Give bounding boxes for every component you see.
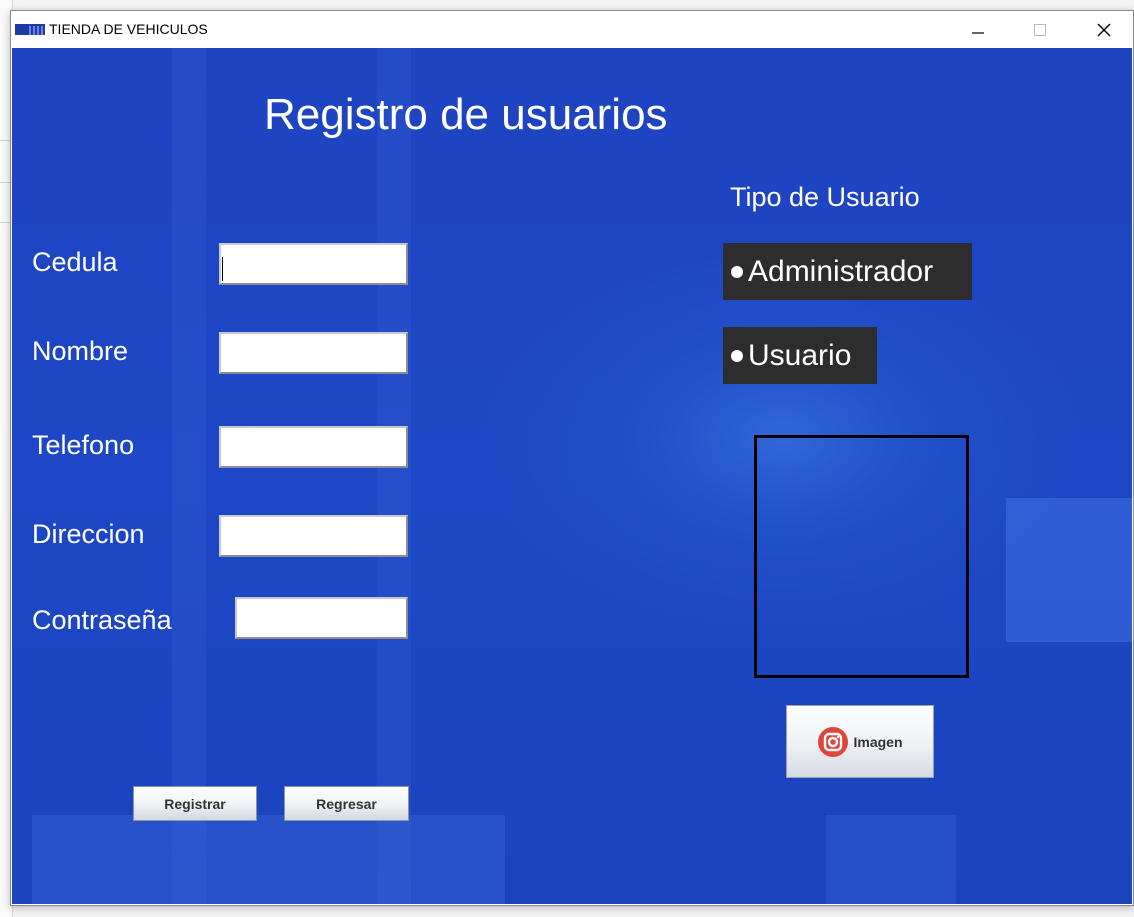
radio-administrador[interactable]: Administrador — [723, 243, 972, 300]
nombre-input[interactable] — [219, 332, 408, 374]
image-button[interactable]: Imagen — [786, 705, 934, 778]
telefono-input[interactable] — [219, 426, 408, 468]
nombre-label: Nombre — [32, 336, 129, 366]
form-panel: Registro de usuarios Cedula Nombre Telef… — [12, 48, 1132, 904]
radio-dot-icon — [731, 349, 743, 362]
direccion-input[interactable] — [219, 515, 408, 557]
background-block — [32, 815, 505, 904]
contrasena-input[interactable] — [235, 597, 408, 639]
background-block — [1006, 498, 1132, 642]
cedula-label: Cedula — [32, 247, 118, 277]
maximize-button[interactable] — [1013, 11, 1067, 48]
minimize-button[interactable] — [951, 11, 1005, 48]
app-icon — [15, 24, 45, 35]
radio-dot-icon — [731, 265, 743, 278]
user-type-heading: Tipo de Usuario — [730, 182, 920, 212]
close-button[interactable] — [1077, 11, 1131, 48]
background-stripe — [377, 48, 411, 904]
window-title: TIENDA DE VEHICULOS — [49, 21, 208, 37]
image-preview — [754, 435, 969, 678]
contrasena-label: Contraseña — [32, 605, 172, 635]
maximize-icon — [1034, 23, 1046, 36]
background-stripe — [172, 48, 206, 904]
instagram-camera-icon — [818, 726, 849, 757]
image-button-label: Imagen — [853, 733, 903, 750]
text-cursor — [222, 257, 223, 281]
cedula-input[interactable] — [219, 243, 408, 285]
app-window: TIENDA DE VEHICULOS Registro de usuarios… — [10, 10, 1134, 906]
title-bar[interactable]: TIENDA DE VEHICULOS — [11, 11, 1133, 48]
page-title: Registro de usuarios — [264, 90, 668, 139]
close-icon — [1097, 23, 1111, 36]
registrar-button[interactable]: Registrar — [133, 786, 257, 821]
regresar-button[interactable]: Regresar — [284, 786, 409, 821]
telefono-label: Telefono — [32, 430, 135, 460]
radio-label-administrador: Administrador — [748, 254, 934, 288]
radio-usuario[interactable]: Usuario — [723, 327, 877, 384]
direccion-label: Direccion — [32, 519, 145, 549]
background-block — [826, 815, 956, 904]
radio-label-usuario: Usuario — [748, 338, 852, 372]
minimize-icon — [972, 31, 984, 34]
